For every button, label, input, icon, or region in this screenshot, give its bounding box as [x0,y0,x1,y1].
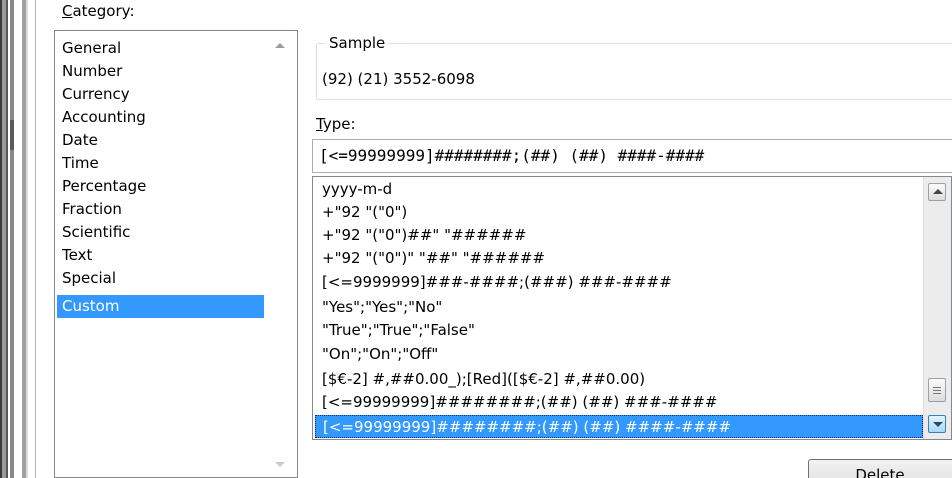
delete-button[interactable]: Delete [808,459,952,478]
format-item[interactable]: +"92 "("0")" "##" "###### [315,247,923,270]
format-item[interactable]: "On";"On";"Off" [315,343,923,366]
category-item-fraction[interactable]: Fraction [57,198,264,221]
scroll-up-button[interactable] [928,183,946,201]
grip-icon [933,387,941,388]
format-item[interactable]: "True";"True";"False" [315,319,923,342]
category-listbox[interactable]: General Number Currency Accounting Date … [54,30,298,478]
format-item-selected[interactable]: [<=99999999]########;(##) (##) ####-#### [315,415,923,438]
format-item[interactable]: [<=99999999]########;(##) (##) ###-#### [315,391,923,414]
window-edge [35,0,36,478]
sample-group: Sample (92) (21) 3552-6098 [316,34,952,100]
category-item-general[interactable]: General [57,37,264,60]
category-label: Category: [62,2,135,20]
format-item[interactable]: [$€-2] #,##0.00_);[Red]([$€-2] #,##0.00) [315,368,923,391]
window-edge [26,0,28,478]
category-item-time[interactable]: Time [57,152,264,175]
sample-value: (92) (21) 3552-6098 [322,70,475,88]
grip-icon [933,390,941,391]
scroll-down-button[interactable] [928,415,946,433]
scroll-up-icon[interactable] [275,43,285,48]
grip-icon [933,393,941,394]
category-item-custom[interactable]: Custom [57,295,264,318]
format-item[interactable]: yyyy-m-d [315,178,923,201]
window-edge [0,0,8,478]
format-item[interactable]: [<=9999999]###-####;(###) ###-#### [315,271,923,294]
category-scrollbar[interactable] [264,31,297,477]
category-item-special[interactable]: Special [57,267,264,290]
format-code-listbox[interactable]: yyyy-m-d +"92 "("0") +"92 "("0")##" "###… [312,176,952,440]
sample-legend: Sample [325,34,390,52]
type-input[interactable]: [<=99999999]########;(##) (##) ####-#### [312,139,952,173]
format-scrollbar[interactable] [923,177,951,439]
category-item-scientific[interactable]: Scientific [57,221,264,244]
scroll-down-icon[interactable] [275,462,285,467]
type-label: Type: [316,115,356,133]
window-edge [10,0,14,478]
category-item-number[interactable]: Number [57,60,264,83]
category-item-accounting[interactable]: Accounting [57,106,264,129]
format-item[interactable]: "Yes";"Yes";"No" [315,296,923,319]
format-item[interactable]: +"92 "("0") [315,201,923,224]
format-item[interactable]: +"92 "("0")##" "###### [315,224,923,247]
scroll-thumb[interactable] [928,378,946,402]
category-item-currency[interactable]: Currency [57,83,264,106]
chevron-up-icon [933,189,943,194]
category-item-text[interactable]: Text [57,244,264,267]
category-item-percentage[interactable]: Percentage [57,175,264,198]
category-item-date[interactable]: Date [57,129,264,152]
chevron-down-icon [933,422,943,427]
